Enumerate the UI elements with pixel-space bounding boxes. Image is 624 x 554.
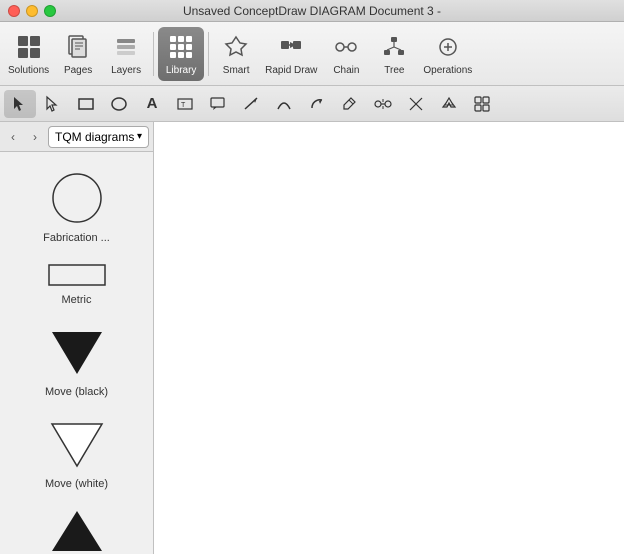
toolbar-divider-2 <box>208 32 209 76</box>
move-black-label: Move (black) <box>45 386 108 398</box>
list-item[interactable]: Fabrication ... <box>0 160 153 252</box>
pen-tool[interactable] <box>334 90 366 118</box>
chain-label: Chain <box>333 65 359 76</box>
main-toolbar: Solutions Pages Layers <box>0 22 624 86</box>
svg-text:T: T <box>181 102 186 109</box>
list-item[interactable] <box>0 498 153 554</box>
toolbar-tree[interactable]: Tree <box>371 27 417 81</box>
rectangle-tool[interactable] <box>70 90 102 118</box>
text-tool[interactable]: A <box>136 90 168 118</box>
line-tool[interactable] <box>235 90 267 118</box>
toolbar-chain[interactable]: Chain <box>323 27 369 81</box>
chain-icon <box>330 31 362 63</box>
library-icon <box>165 31 197 63</box>
dropdown-label: TQM diagrams <box>55 130 134 144</box>
curve-tool[interactable] <box>268 90 300 118</box>
solutions-icon <box>13 31 45 63</box>
list-item[interactable]: Metric <box>0 252 153 314</box>
window-controls[interactable] <box>0 5 56 17</box>
layers-label: Layers <box>111 65 141 76</box>
shape-list: Fabrication ... Metric Move (black <box>0 152 153 554</box>
dropdown-arrow: ▾ <box>137 131 142 142</box>
format-tool[interactable] <box>433 90 465 118</box>
tree-icon <box>378 31 410 63</box>
canvas[interactable] <box>154 122 624 554</box>
window-title: Unsaved ConceptDraw DIAGRAM Document 3 - <box>183 4 441 18</box>
list-item[interactable]: Move (black) <box>0 314 153 406</box>
move-up-preview <box>47 506 107 554</box>
connect2-tool[interactable] <box>400 90 432 118</box>
move-black-preview <box>47 322 107 382</box>
operations-icon <box>432 31 464 63</box>
rapid-draw-label: Rapid Draw <box>265 65 317 76</box>
sidebar-nav: ‹ › TQM diagrams ▾ <box>0 122 153 152</box>
nav-prev[interactable]: ‹ <box>4 128 22 146</box>
layers-icon <box>110 31 142 63</box>
toolbar-pages[interactable]: Pages <box>55 27 101 81</box>
more-tool[interactable] <box>466 90 498 118</box>
fabrication-preview <box>47 168 107 228</box>
smart-label: Smart <box>223 65 250 76</box>
toolbar-layers[interactable]: Layers <box>103 27 149 81</box>
nav-next[interactable]: › <box>26 128 44 146</box>
ellipse-tool[interactable] <box>103 90 135 118</box>
subselect-tool[interactable] <box>37 90 69 118</box>
connect-tool[interactable] <box>367 90 399 118</box>
library-label: Library <box>166 65 197 76</box>
callout-tool[interactable] <box>202 90 234 118</box>
pages-label: Pages <box>64 65 92 76</box>
sidebar: ‹ › TQM diagrams ▾ Fabrication ... <box>0 122 154 554</box>
smart-icon <box>220 31 252 63</box>
select-tool[interactable] <box>4 90 36 118</box>
metric-label: Metric <box>62 294 92 306</box>
sidebar-dropdown[interactable]: TQM diagrams ▾ <box>48 126 149 148</box>
titlebar: Unsaved ConceptDraw DIAGRAM Document 3 - <box>0 0 624 22</box>
textbox-tool[interactable]: T <box>169 90 201 118</box>
draw-toolbar: A T <box>0 86 624 122</box>
toolbar-divider-1 <box>153 32 154 76</box>
tree-label: Tree <box>384 65 404 76</box>
fabrication-label: Fabrication ... <box>43 232 110 244</box>
rapid-draw-icon <box>275 31 307 63</box>
close-button[interactable] <box>8 5 20 17</box>
toolbar-operations[interactable]: Operations <box>419 27 476 81</box>
pages-icon <box>62 31 94 63</box>
main-layout: ‹ › TQM diagrams ▾ Fabrication ... <box>0 122 624 554</box>
toolbar-solutions[interactable]: Solutions <box>4 27 53 81</box>
arc-tool[interactable] <box>301 90 333 118</box>
operations-label: Operations <box>423 65 472 76</box>
toolbar-rapid-draw[interactable]: Rapid Draw <box>261 27 321 81</box>
minimize-button[interactable] <box>26 5 38 17</box>
toolbar-library[interactable]: Library <box>158 27 204 81</box>
maximize-button[interactable] <box>44 5 56 17</box>
toolbar-smart[interactable]: Smart <box>213 27 259 81</box>
solutions-label: Solutions <box>8 65 49 76</box>
list-item[interactable]: Move (white) <box>0 406 153 498</box>
move-white-preview <box>47 414 107 474</box>
move-white-label: Move (white) <box>45 478 108 490</box>
metric-preview <box>47 260 107 290</box>
